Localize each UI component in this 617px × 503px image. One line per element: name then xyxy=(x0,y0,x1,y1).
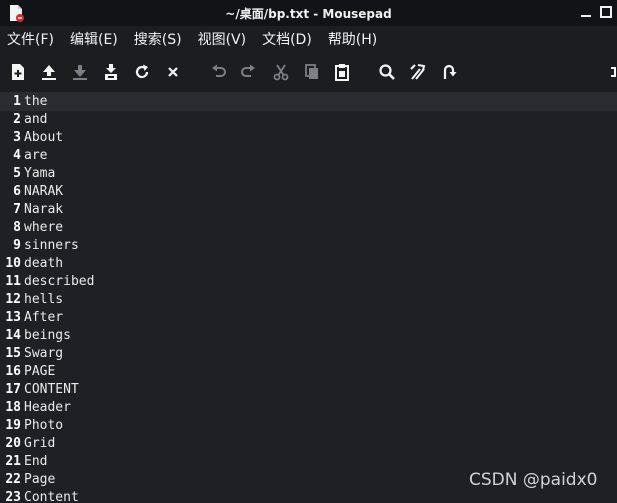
menu-search[interactable]: 搜索(S) xyxy=(134,29,182,49)
copy-icon[interactable] xyxy=(303,63,321,81)
line-number: 5 xyxy=(13,166,21,181)
line-text[interactable]: NARAK xyxy=(24,183,63,201)
line-text[interactable]: Photo xyxy=(24,417,63,435)
line-number: 13 xyxy=(5,310,21,325)
editor-line: 5 Yama xyxy=(0,165,617,183)
line-text[interactable]: About xyxy=(24,129,63,147)
line-text[interactable]: and xyxy=(24,111,47,129)
cut-icon[interactable] xyxy=(272,63,290,81)
menu-file[interactable]: 文件(F) xyxy=(7,29,54,49)
line-text[interactable]: Swarg xyxy=(24,345,63,363)
line-text[interactable]: hells xyxy=(24,291,63,309)
maximize-icon[interactable] xyxy=(599,4,613,18)
text-editor[interactable]: 1 the 2 and 3 About 4 are 5 Yama 6 NARAK 7 Nara… xyxy=(0,93,617,503)
menu-help[interactable]: 帮助(H) xyxy=(328,29,377,49)
line-number: 16 xyxy=(5,364,21,379)
editor-line: 12 hells xyxy=(0,291,617,309)
line-number: 1 xyxy=(13,94,21,109)
editor-line: 1 the xyxy=(0,93,617,111)
close-icon[interactable] xyxy=(164,63,182,81)
line-number: 9 xyxy=(13,238,21,253)
editor-line: 11 described xyxy=(0,273,617,291)
menu-view[interactable]: 视图(V) xyxy=(198,29,247,49)
editor-line: 4 are xyxy=(0,147,617,165)
line-number: 3 xyxy=(13,130,21,145)
goto-icon[interactable] xyxy=(440,63,458,81)
reload-icon[interactable] xyxy=(133,63,151,81)
line-text[interactable]: Narak xyxy=(24,201,63,219)
line-number: 8 xyxy=(13,220,21,235)
menu-document[interactable]: 文档(D) xyxy=(262,29,312,49)
editor-line: 17 CONTENT xyxy=(0,381,617,399)
line-text[interactable]: the xyxy=(24,93,47,111)
line-number: 7 xyxy=(13,202,21,217)
editor-line: 15 Swarg xyxy=(0,345,617,363)
line-number: 15 xyxy=(5,346,21,361)
replace-icon[interactable] xyxy=(409,63,427,81)
line-text[interactable]: After xyxy=(24,309,63,327)
line-number: 10 xyxy=(5,256,21,271)
line-number: 17 xyxy=(5,382,21,397)
editor-line: 6 NARAK xyxy=(0,183,617,201)
watermark: CSDN @paidx0 xyxy=(469,470,598,490)
line-text[interactable]: are xyxy=(24,147,47,165)
editor-line: 8 where xyxy=(0,219,617,237)
line-number: 18 xyxy=(5,400,21,415)
line-text[interactable]: death xyxy=(24,255,63,273)
line-text[interactable]: End xyxy=(24,453,47,471)
editor-line: 21 End xyxy=(0,453,617,471)
search-icon[interactable] xyxy=(378,63,396,81)
window-title: ~/桌面/bp.txt - Mousepad xyxy=(225,7,392,21)
editor-line: 20 Grid xyxy=(0,435,617,453)
editor-line: 7 Narak xyxy=(0,201,617,219)
line-text[interactable]: Header xyxy=(24,399,71,417)
line-text[interactable]: sinners xyxy=(24,237,79,255)
line-number: 4 xyxy=(13,148,21,163)
toolbar xyxy=(0,52,617,93)
line-text[interactable]: Yama xyxy=(24,165,55,183)
save-icon[interactable] xyxy=(71,63,89,81)
editor-line: 19 Photo xyxy=(0,417,617,435)
line-text[interactable]: beings xyxy=(24,327,71,345)
line-text[interactable]: Page xyxy=(24,471,55,489)
editor-line: 9 sinners xyxy=(0,237,617,255)
line-text[interactable]: PAGE xyxy=(24,363,55,381)
line-number: 14 xyxy=(5,328,21,343)
line-text[interactable]: Grid xyxy=(24,435,55,453)
line-number: 21 xyxy=(5,454,21,469)
editor-line: 10 death xyxy=(0,255,617,273)
line-number: 2 xyxy=(13,112,21,127)
editor-line: 13 After xyxy=(0,309,617,327)
line-number: 12 xyxy=(5,292,21,307)
editor-line: 2 and xyxy=(0,111,617,129)
line-number: 20 xyxy=(5,436,21,451)
menu-bar: 文件(F) 编辑(E) 搜索(S) 视图(V) 文档(D) 帮助(H) xyxy=(0,26,617,52)
new-document-icon[interactable] xyxy=(9,63,27,81)
minimize-icon[interactable] xyxy=(579,4,593,18)
open-icon[interactable] xyxy=(40,63,58,81)
editor-line: 23 Content xyxy=(0,489,617,503)
line-text[interactable]: CONTENT xyxy=(24,381,79,399)
menu-edit[interactable]: 编辑(E) xyxy=(70,29,118,49)
paste-icon[interactable] xyxy=(333,63,351,81)
line-text[interactable]: where xyxy=(24,219,63,237)
undo-icon[interactable] xyxy=(210,63,228,81)
save-as-icon[interactable] xyxy=(102,63,120,81)
editor-line: 16 PAGE xyxy=(0,363,617,381)
line-text[interactable]: described xyxy=(24,273,94,291)
title-bar: ~/桌面/bp.txt - Mousepad xyxy=(0,0,617,26)
editor-line: 14 beings xyxy=(0,327,617,345)
line-number: 6 xyxy=(13,184,21,199)
line-number: 23 xyxy=(5,490,21,503)
line-number: 19 xyxy=(5,418,21,433)
editor-line: 18 Header xyxy=(0,399,617,417)
redo-icon[interactable] xyxy=(239,63,257,81)
fullscreen-icon[interactable] xyxy=(605,63,617,81)
line-number: 11 xyxy=(5,274,21,289)
editor-line: 3 About xyxy=(0,129,617,147)
line-text[interactable]: Content xyxy=(24,489,79,503)
line-number: 22 xyxy=(5,472,21,487)
